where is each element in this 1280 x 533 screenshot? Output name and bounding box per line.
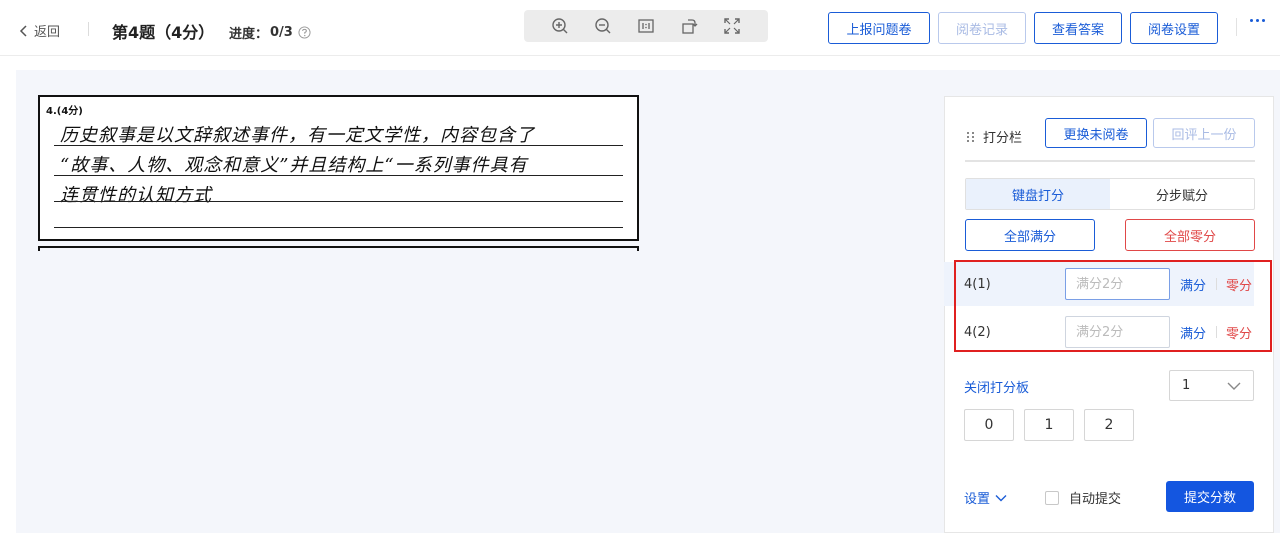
grading-history-button[interactable]: 阅卷记录: [938, 12, 1026, 44]
highlight-box: [954, 260, 1272, 352]
top-header: 返回 第4题（4分） 进度： 0/3 上报问题卷 阅卷记录 查看答案 阅卷设置: [0, 0, 1280, 56]
zoom-out-icon[interactable]: [592, 15, 614, 37]
panel-divider: [965, 160, 1255, 162]
tab-step-scoring[interactable]: 分步赋分: [1110, 179, 1254, 209]
answer-sheet-image: 4.(4分) 历史叙事是以文辞叙述事件，有一定文学性，内容包含了 “故事、人物、…: [38, 95, 639, 241]
review-previous-button[interactable]: 回评上一份: [1153, 118, 1255, 148]
handwriting-line-1: 历史叙事是以文辞叙述事件，有一定文学性，内容包含了: [60, 125, 535, 146]
question-title: 第4题（4分）: [112, 23, 215, 42]
sheet-rule: [54, 175, 623, 176]
chevron-left-icon: [19, 24, 27, 37]
progress-value: 0/3: [270, 25, 293, 40]
view-answer-button[interactable]: 查看答案: [1034, 12, 1122, 44]
change-paper-button[interactable]: 更换未阅卷: [1045, 118, 1147, 148]
grading-settings-button[interactable]: 阅卷设置: [1130, 12, 1218, 44]
settings-label: 设置: [964, 492, 991, 507]
handwriting-line-2: “故事、人物、观念和意义”并且结构上“一系列事件具有: [60, 155, 528, 176]
header-divider: [88, 22, 89, 36]
actual-size-icon[interactable]: [635, 15, 657, 37]
step-select[interactable]: 1: [1169, 370, 1254, 401]
all-full-score-button[interactable]: 全部满分: [965, 219, 1095, 251]
step-select-value: 1: [1182, 378, 1191, 393]
fullscreen-icon[interactable]: [721, 15, 743, 37]
tab-keyboard-scoring[interactable]: 键盘打分: [966, 179, 1110, 209]
chevron-down-icon: [1227, 382, 1241, 390]
sheet-rule: [54, 227, 623, 228]
sheet-next-edge: [38, 246, 639, 251]
drag-handle-icon[interactable]: [967, 131, 975, 142]
header-divider-right: [1236, 18, 1237, 36]
score-key-2[interactable]: 2: [1084, 409, 1134, 441]
panel-header[interactable]: 打分栏: [967, 127, 1022, 146]
back-label: 返回: [34, 25, 61, 40]
score-key-0[interactable]: 0: [964, 409, 1014, 441]
auto-submit-checkbox[interactable]: [1045, 490, 1059, 505]
sheet-rule: [54, 201, 623, 202]
auto-submit-label: 自动提交: [1069, 492, 1122, 507]
zoom-in-icon[interactable]: [549, 15, 571, 37]
submit-score-button[interactable]: 提交分数: [1166, 481, 1254, 512]
all-zero-score-button[interactable]: 全部零分: [1125, 219, 1255, 251]
report-problem-button[interactable]: 上报问题卷: [828, 12, 930, 44]
sheet-question-label: 4.(4分): [46, 106, 83, 117]
rotate-icon[interactable]: [678, 15, 700, 37]
chevron-down-icon: [995, 494, 1007, 501]
help-icon[interactable]: [298, 26, 311, 39]
handwriting-line-3: 连贯性的认知方式: [60, 185, 212, 206]
sheet-rule: [54, 145, 623, 146]
more-icon[interactable]: [1250, 19, 1265, 22]
progress-label: 进度：: [229, 27, 269, 42]
close-score-pad-link[interactable]: 关闭打分板: [964, 377, 1029, 396]
back-button[interactable]: 返回: [18, 21, 60, 40]
auto-submit: 自动提交: [1045, 488, 1121, 507]
settings-dropdown[interactable]: 设置: [964, 488, 1007, 507]
image-toolbar: [524, 10, 768, 42]
panel-title: 打分栏: [983, 131, 1023, 146]
scoring-mode-tabs: 键盘打分 分步赋分: [965, 178, 1255, 210]
score-key-1[interactable]: 1: [1024, 409, 1074, 441]
progress: 进度： 0/3: [229, 23, 311, 42]
